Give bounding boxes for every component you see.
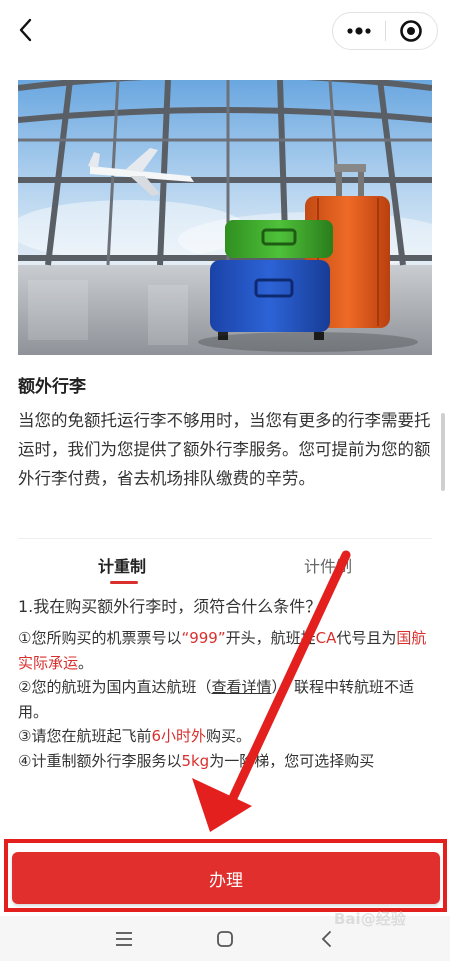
- rule-item: ①您所购买的机票票号以“999”开头，航班挂CA代号且为国航实际承运。: [18, 626, 432, 675]
- mini-program-capsule: [332, 12, 438, 50]
- intro-paragraph: 当您的免额托运行李不够用时，当您有更多的行李需要托运时，我们为您提供了额外行李服…: [18, 411, 431, 488]
- rule-text: 。: [78, 653, 94, 672]
- rule-highlight: 5kg: [181, 751, 210, 770]
- rule-text: 为一阶梯，您可选择购买: [209, 751, 375, 770]
- more-dots-icon[interactable]: [333, 13, 385, 49]
- menu-lines-icon[interactable]: [111, 926, 137, 952]
- rule-text: ③请您在航班起飞前: [18, 727, 152, 745]
- chevron-left-icon[interactable]: [12, 14, 40, 46]
- rule-text: 代号且为: [336, 629, 397, 647]
- watermark-text: Bai@经验: [334, 910, 406, 928]
- section-title: 额外行李: [18, 377, 86, 397]
- rule-text: ②您的航班为国内直达航班（: [18, 678, 212, 696]
- rule-text: ①您所购买的机票票号以: [18, 629, 182, 647]
- rules-section: 1.我在购买额外行李时，须符合什么条件？ ①您所购买的机票票号以“999”开头，…: [18, 594, 432, 773]
- rules-question: 1.我在购买额外行李时，须符合什么条件？: [18, 597, 322, 616]
- top-bar: [0, 0, 450, 62]
- active-tab-indicator: [110, 581, 138, 584]
- home-square-icon[interactable]: [212, 926, 238, 952]
- rule-highlight: 6小时外: [151, 727, 206, 745]
- action-bar: 办理: [0, 836, 450, 916]
- rule-text: 开头，航班挂: [225, 629, 316, 647]
- rule-item: ②您的航班为国内直达航班（查看详情）。联程中转航班不适用。: [18, 675, 432, 724]
- scrollbar[interactable]: [441, 413, 445, 491]
- rule-text: 购买。: [206, 727, 252, 745]
- hero-image: [18, 80, 432, 355]
- apply-button[interactable]: 办理: [12, 852, 440, 904]
- target-circle-icon[interactable]: [385, 13, 437, 49]
- rule-text: ④计重制额外行李服务以: [18, 751, 182, 770]
- rule-highlight: “999”: [181, 629, 226, 647]
- watermark-logo: Bai@经验: [334, 908, 444, 948]
- rule-item: ④计重制额外行李服务以5kg为一阶梯，您可选择购买: [18, 749, 432, 774]
- rule-highlight: CA: [315, 629, 337, 647]
- view-details-link[interactable]: 查看详情: [211, 678, 271, 696]
- tab-by-piece[interactable]: 计件制: [304, 553, 352, 577]
- tab-by-weight[interactable]: 计重制: [98, 553, 146, 577]
- rule-item: ③请您在航班起飞前6小时外购买。: [18, 724, 432, 749]
- tab-bar: 计重制 计件制: [18, 538, 432, 586]
